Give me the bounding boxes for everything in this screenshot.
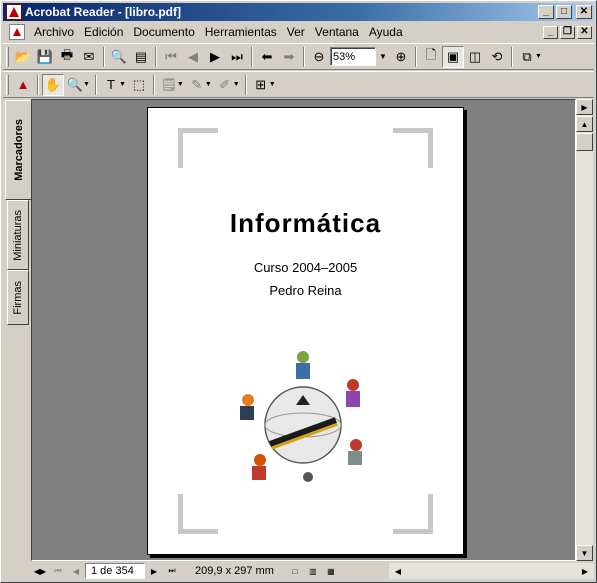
- menu-ventana[interactable]: Ventana: [310, 25, 364, 39]
- horizontal-scrollbar[interactable]: ◀ ▶: [389, 563, 594, 579]
- close-button[interactable]: ✕: [576, 5, 592, 19]
- document-view[interactable]: Informática Curso 2004–2005 Pedro Reina: [31, 99, 576, 561]
- toolbar-separator: [152, 74, 155, 95]
- maximize-button[interactable]: □: [556, 5, 572, 19]
- go-back-icon[interactable]: ⬅: [256, 46, 278, 68]
- graphics-select-icon[interactable]: ⬚: [128, 74, 150, 96]
- text-select-dropdown-icon[interactable]: ▼: [119, 81, 126, 88]
- menu-herramientas[interactable]: Herramientas: [200, 25, 282, 39]
- status-first-page-icon[interactable]: ⏮: [49, 563, 67, 579]
- navigation-pane-tabs: Marcadores Miniaturas Firmas: [5, 100, 31, 560]
- acrobat-app-icon[interactable]: [6, 4, 22, 20]
- page-number-field[interactable]: 1 de 354: [85, 563, 145, 579]
- toolbar-separator: [244, 74, 247, 95]
- page-size-text: 209,9 x 297 mm: [195, 565, 274, 577]
- zoom-input[interactable]: 53%: [330, 47, 376, 66]
- author-text: Pedro Reina: [269, 283, 342, 298]
- status-last-page-icon[interactable]: ⏭: [163, 563, 181, 579]
- vertical-scrollbar[interactable]: ▶ ▲ ▼: [576, 99, 593, 561]
- toolbar-separator: [303, 46, 305, 67]
- email-icon[interactable]: ✉: [78, 46, 100, 68]
- menu-edicion[interactable]: Edición: [79, 25, 128, 39]
- hand-tool-icon[interactable]: ✋: [42, 73, 64, 96]
- tab-firmas-label: Firmas: [12, 280, 24, 315]
- continuous-icon[interactable]: ▥: [304, 563, 322, 579]
- tab-miniaturas-label: Miniaturas: [12, 209, 24, 261]
- toolbar-grip[interactable]: [6, 46, 9, 67]
- title-bar: Acrobat Reader - [libro.pdf] _ □ ✕: [3, 3, 594, 21]
- single-page-icon[interactable]: □: [286, 563, 304, 579]
- navigation-pane-toggle-icon[interactable]: ◀▶: [31, 563, 49, 579]
- menu-ayuda[interactable]: Ayuda: [364, 25, 408, 39]
- course-text: Curso 2004–2005: [253, 260, 358, 275]
- fit-width-icon[interactable]: ◫: [464, 46, 486, 68]
- highlight-tool-dropdown-icon[interactable]: ▼: [233, 81, 240, 88]
- tab-miniaturas[interactable]: Miniaturas: [7, 200, 29, 270]
- zoom-in-icon[interactable]: ⊕: [390, 46, 412, 68]
- corner-ornament: [178, 494, 218, 534]
- app-window: Acrobat Reader - [libro.pdf] _ □ ✕ Archi…: [0, 0, 597, 583]
- doc-minimize-button[interactable]: _: [543, 25, 558, 39]
- pane-expand-icon[interactable]: ▶: [576, 99, 593, 115]
- layout-dropdown-icon[interactable]: ▼: [535, 53, 542, 60]
- rotate-view-icon[interactable]: ⟲: [486, 46, 508, 68]
- corner-ornament: [178, 128, 218, 168]
- document-control-icon[interactable]: [9, 24, 25, 40]
- scroll-down-icon[interactable]: ▼: [576, 545, 593, 561]
- toolbar-separator: [94, 74, 97, 95]
- menu-archivo[interactable]: Archivo: [29, 25, 79, 39]
- scroll-left-icon[interactable]: ◀: [389, 563, 407, 579]
- document-title: Informática: [229, 208, 382, 238]
- last-page-icon[interactable]: ⏭: [226, 46, 248, 68]
- acrobat-logo-icon[interactable]: ▲: [12, 74, 34, 96]
- scroll-up-icon[interactable]: ▲: [576, 116, 593, 132]
- web-capture-dropdown-icon[interactable]: ▼: [269, 81, 276, 88]
- window-title: Acrobat Reader - [libro.pdf]: [25, 5, 182, 19]
- corner-ornament: [393, 494, 433, 534]
- toolbar-separator: [415, 46, 417, 67]
- go-forward-icon[interactable]: ➡: [278, 46, 300, 68]
- show-navigation-pane-icon[interactable]: ▤: [130, 46, 152, 68]
- main-toolbar: 📂 💾 🖶 ✉ 🔍 ▤ ⏮ ◀ ▶ ⏭ ⬅ ➡ ⊖ 53% ▼ ⊕ 🗋 ▣ ◫ …: [3, 43, 594, 70]
- toolbar-separator: [511, 46, 513, 67]
- globe-illustration: [240, 351, 362, 482]
- save-icon[interactable]: 💾: [34, 46, 56, 68]
- menu-bar: Archivo Edición Documento Herramientas V…: [3, 22, 594, 42]
- toolbar-separator: [251, 46, 253, 67]
- actual-size-icon[interactable]: 🗋: [420, 46, 442, 68]
- first-page-icon[interactable]: ⏮: [160, 46, 182, 68]
- tab-marcadores-label: Marcadores: [12, 119, 25, 181]
- zoom-out-icon[interactable]: ⊖: [308, 46, 330, 68]
- scroll-thumb[interactable]: [576, 133, 593, 151]
- toolbar-separator: [103, 46, 105, 67]
- pencil-tool-dropdown-icon[interactable]: ▼: [205, 81, 212, 88]
- menu-documento[interactable]: Documento: [128, 25, 199, 39]
- doc-restore-button[interactable]: ❐: [560, 25, 575, 39]
- zoom-tool-dropdown-icon[interactable]: ▼: [83, 81, 90, 88]
- fit-page-icon[interactable]: ▣: [442, 45, 464, 68]
- tab-firmas[interactable]: Firmas: [7, 270, 29, 325]
- search-icon[interactable]: 🔍: [108, 46, 130, 68]
- tab-marcadores[interactable]: Marcadores: [5, 100, 31, 200]
- menu-ver[interactable]: Ver: [282, 25, 310, 39]
- note-tool-dropdown-icon[interactable]: ▼: [177, 81, 184, 88]
- toolbar-grip[interactable]: [6, 74, 9, 95]
- previous-page-icon[interactable]: ◀: [182, 46, 204, 68]
- next-page-icon[interactable]: ▶: [204, 46, 226, 68]
- toolbar-separator: [37, 74, 39, 95]
- minimize-button[interactable]: _: [538, 5, 554, 19]
- scroll-right-icon[interactable]: ▶: [576, 563, 594, 579]
- corner-ornament: [393, 128, 433, 168]
- open-icon[interactable]: 📂: [12, 46, 34, 68]
- print-icon[interactable]: 🖶: [56, 46, 78, 68]
- pdf-page[interactable]: Informática Curso 2004–2005 Pedro Reina: [147, 107, 464, 555]
- status-bar: ◀▶ ⏮ ◀ 1 de 354 ▶ ⏭ 209,9 x 297 mm □ ▥ ▦…: [31, 562, 594, 580]
- status-previous-page-icon[interactable]: ◀: [67, 563, 85, 579]
- tools-toolbar: ▲ ✋ 🔍 ▼ T ▼ ⬚ 🗒 ▼ ✎ ▼ ✐ ▼ ⊞ ▼: [3, 71, 594, 98]
- doc-close-button[interactable]: ✕: [577, 25, 592, 39]
- status-next-page-icon[interactable]: ▶: [145, 563, 163, 579]
- zoom-dropdown-icon[interactable]: ▼: [376, 47, 390, 66]
- continuous-facing-icon[interactable]: ▦: [322, 563, 340, 579]
- toolbar-separator: [155, 46, 157, 67]
